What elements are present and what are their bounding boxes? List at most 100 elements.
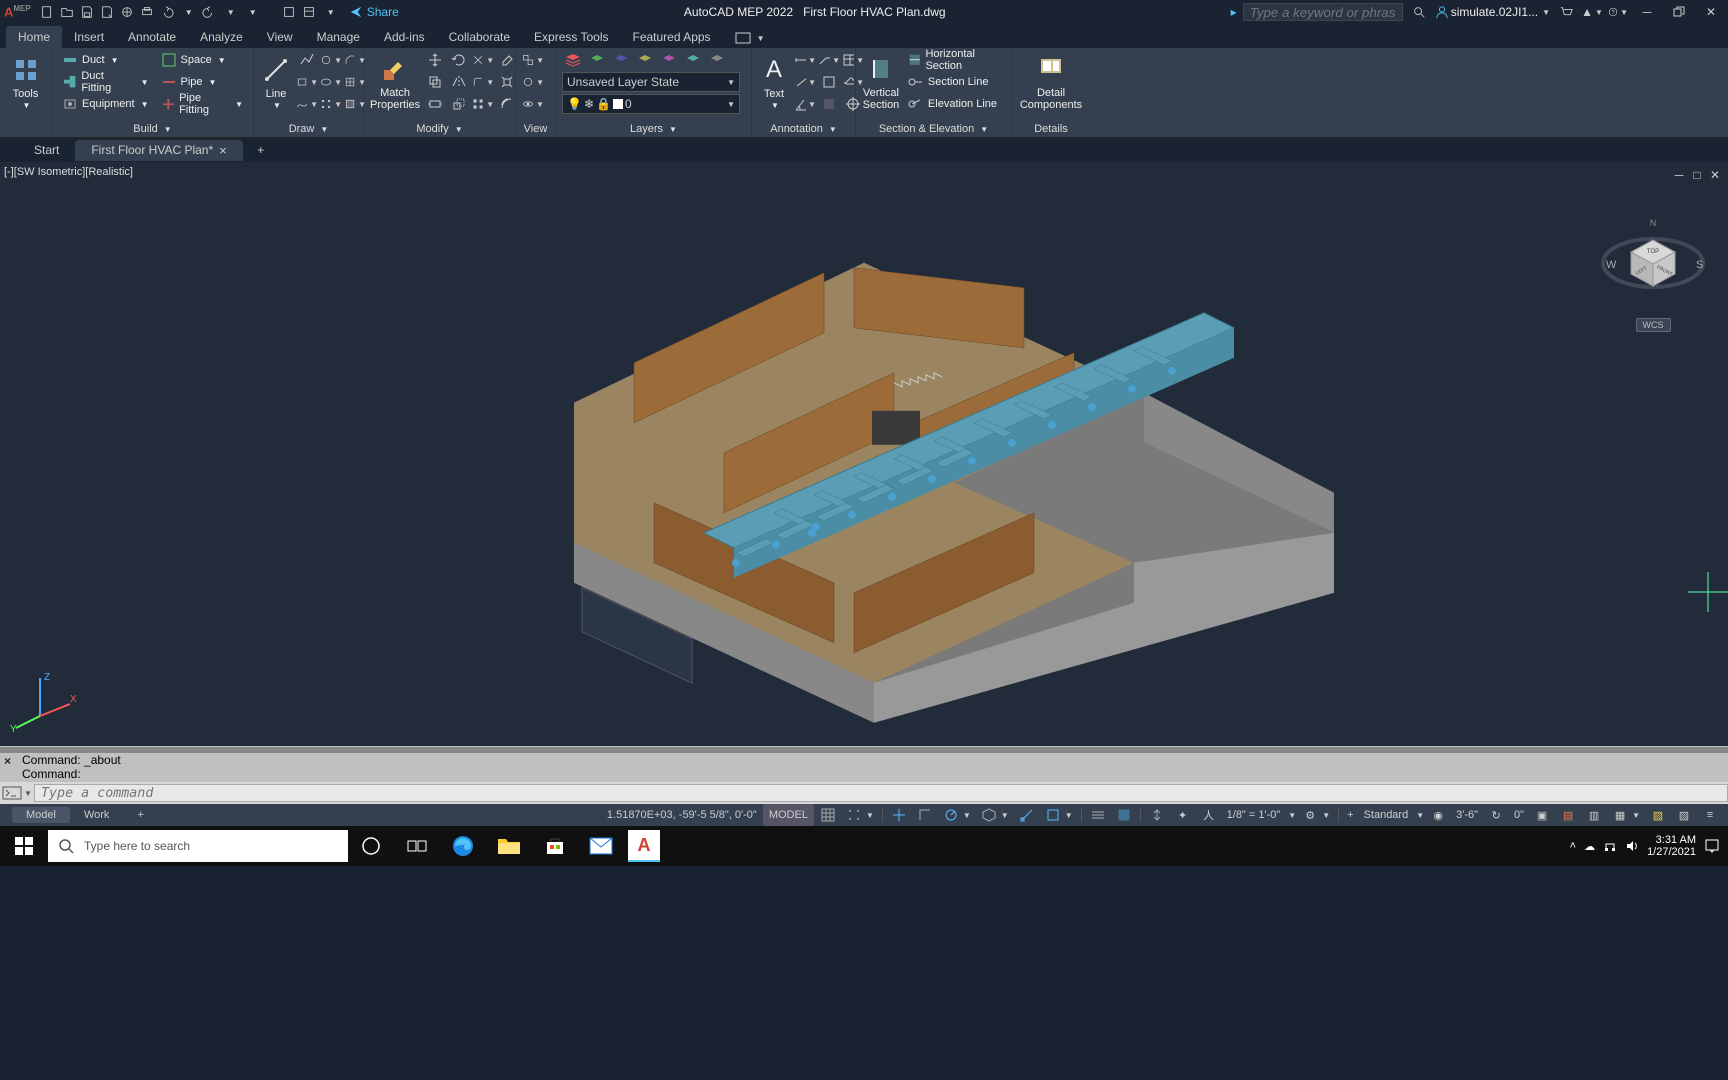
trim-icon[interactable]: ▼ [472,50,494,70]
duct-button[interactable]: Duct▼ [58,50,153,70]
status-custom-icon[interactable]: ≡ [1698,804,1722,826]
arc-icon[interactable]: ▼ [344,50,366,70]
detail-components-button[interactable]: Detail Components [1018,50,1084,114]
tab-express[interactable]: Express Tools [522,26,620,48]
cart-icon[interactable] [1556,2,1576,22]
panel-section-title[interactable]: Section & Elevation▼ [862,121,1005,137]
rect-icon[interactable]: ▼ [296,72,318,92]
elevation-line-button[interactable]: Elevation Line [904,94,1005,114]
tray-clock[interactable]: 3:31 AM 1/27/2021 [1647,834,1696,858]
mirror-icon[interactable] [448,72,470,92]
restore-button[interactable] [1666,2,1692,22]
status-3dosnap-icon[interactable]: ▼ [1041,804,1077,826]
status-anno-scale[interactable]: Standard [1360,804,1413,826]
keyword-search-input[interactable] [1243,3,1403,21]
layout-work-tab[interactable]: Work [70,807,123,823]
move-icon[interactable] [424,50,446,70]
status-lwt-icon[interactable] [1086,804,1110,826]
status-dim[interactable]: 3'-6" [1452,804,1482,826]
status-tpy-icon[interactable] [1112,804,1136,826]
qat-save-icon[interactable] [77,2,97,22]
horizontal-section-button[interactable]: Horizontal Section [904,50,1005,70]
stretch-icon[interactable] [424,94,446,114]
viewcube[interactable]: N W S TOP LEFT FRONT WCS [1598,208,1708,332]
dim-align-icon[interactable]: ▼ [794,72,816,92]
vertical-section-button[interactable]: Vertical Section [862,50,900,114]
tab-insert[interactable]: Insert [62,26,116,48]
status-infer-icon[interactable] [887,804,911,826]
status-sc-icon[interactable] [1145,804,1169,826]
status-model-badge[interactable]: MODEL [763,804,814,826]
status-plus-icon[interactable]: + [1343,804,1357,826]
status-polar-icon[interactable]: ▼ [939,804,975,826]
status-angle[interactable]: 0" [1510,804,1528,826]
layer-current-dropdown[interactable]: 💡 ❄ 🔒 0 ▼ [562,94,740,114]
status-iso2-icon[interactable]: ▦▼ [1608,804,1644,826]
mail-icon[interactable] [578,826,624,866]
close-tab-icon[interactable]: × [219,143,227,158]
wcs-badge[interactable]: WCS [1636,318,1671,332]
qat-redo-icon[interactable] [199,2,219,22]
equipment-button[interactable]: Equipment▼ [58,94,153,114]
edge-icon[interactable] [440,826,486,866]
qat-app1-icon[interactable] [279,2,299,22]
layer-state-dropdown[interactable]: Unsaved Layer State▼ [562,72,740,92]
leader-icon[interactable]: ▼ [818,50,840,70]
share-button[interactable]: Share [349,5,399,19]
file-tab-start[interactable]: Start [18,140,75,160]
drawing-viewport[interactable]: [-][SW Isometric][Realistic] ─ □ ✕ [0,162,1728,746]
status-am-icon[interactable]: ▤ [1556,804,1580,826]
qat-app-dropdown[interactable]: ▼ [321,2,341,22]
fillet-icon[interactable]: ▼ [472,72,494,92]
layer-lock-icon[interactable] [658,50,680,70]
erase-icon[interactable] [496,50,518,70]
record-icon[interactable]: ▸ [1231,5,1237,19]
status-grid-icon[interactable] [816,804,840,826]
status-scale[interactable]: 1/8" = 1'-0" [1223,804,1285,826]
panel-modify-title[interactable]: Modify▼ [370,121,509,137]
user-menu[interactable]: simulate.02JI1...▼ [1435,5,1550,19]
circle-icon[interactable]: ▼ [320,50,342,70]
file-tab-active[interactable]: First Floor HVAC Plan*× [75,140,242,161]
explorer-icon[interactable] [486,826,532,866]
search-icon[interactable] [1409,2,1429,22]
status-clean-icon[interactable]: ▧ [1646,804,1670,826]
status-clean2-icon[interactable]: ▨ [1672,804,1696,826]
panel-annotation-title[interactable]: Annotation▼ [758,121,849,137]
offset-icon[interactable] [496,94,518,114]
status-ortho-icon[interactable] [913,804,937,826]
qat-undo-icon[interactable] [157,2,177,22]
tab-collaborate[interactable]: Collaborate [437,26,522,48]
qat-app2-icon[interactable] [299,2,319,22]
help-icon[interactable]: ?▼ [1608,2,1628,22]
tab-manage[interactable]: Manage [305,26,372,48]
layout-model-tab[interactable]: Model [12,807,70,823]
text-button[interactable]: A Text▼ [758,50,790,114]
layer-match-icon[interactable] [682,50,704,70]
tab-home[interactable]: Home [6,26,62,48]
status-iso-icon[interactable]: ▼ [977,804,1013,826]
tab-analyze[interactable]: Analyze [188,26,255,48]
view-pan-icon[interactable]: ▼ [522,72,544,92]
panel-build-title[interactable]: Build▼ [58,121,247,137]
hatch-icon[interactable]: ▼ [344,72,366,92]
store-icon[interactable] [532,826,578,866]
pipe-fitting-button[interactable]: Pipe Fitting▼ [157,94,247,114]
rotate-icon[interactable] [448,50,470,70]
view-orbit-icon[interactable]: ▼ [522,94,544,114]
explode-icon[interactable] [496,72,518,92]
wipeout-icon[interactable] [818,94,840,114]
taskview-icon[interactable] [394,826,440,866]
view-label[interactable]: [-][SW Isometric][Realistic] [4,166,133,178]
panel-draw-title[interactable]: Draw▼ [260,121,357,137]
duct-fitting-button[interactable]: Duct Fitting▼ [58,72,153,92]
match-properties-button[interactable]: Match Properties [370,50,420,114]
undo-dropdown[interactable]: ▼ [179,2,199,22]
ellipse-icon[interactable]: ▼ [320,72,342,92]
autocad-task-icon[interactable]: A [628,830,660,862]
minimize-button[interactable]: ─ [1634,2,1660,22]
status-qp-icon[interactable]: ✦ [1171,804,1195,826]
tray-up-icon[interactable]: ˄ [1570,840,1576,852]
array-icon[interactable]: ▼ [472,94,494,114]
line-button[interactable]: Line▼ [260,50,292,114]
